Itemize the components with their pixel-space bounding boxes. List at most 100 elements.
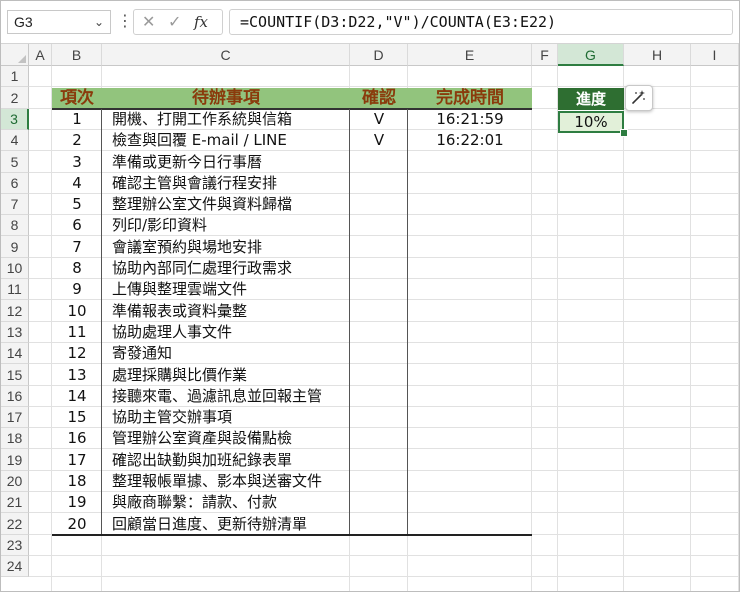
column-header-d[interactable]: D [350,44,408,66]
task-cell[interactable]: 會議室預約與場地安排 [102,236,350,258]
completion-time-cell[interactable] [408,449,532,471]
task-cell[interactable]: 準備或更新今日行事曆 [102,151,350,173]
item-number-cell[interactable]: 8 [52,258,102,279]
completion-time-cell[interactable] [408,343,532,364]
progress-value[interactable]: 10% [558,111,624,133]
item-number-cell[interactable]: 1 [52,109,102,130]
confirm-cell[interactable] [350,151,408,173]
task-cell[interactable]: 寄發通知 [102,343,350,364]
completion-time-cell[interactable] [408,386,532,407]
row-header-20[interactable]: 20 [1,471,29,492]
task-cell[interactable]: 接聽來電、過濾訊息並回報主管 [102,386,350,407]
row-header-1[interactable]: 1 [1,66,29,87]
item-number-cell[interactable]: 4 [52,173,102,194]
confirm-cell[interactable] [350,300,408,322]
row-header-12[interactable]: 12 [1,300,29,322]
completion-time-cell[interactable] [408,322,532,343]
name-box[interactable]: G3 ⌄ [7,10,111,34]
column-header-g[interactable]: G [558,44,624,66]
confirm-cell[interactable] [350,428,408,449]
confirm-cell[interactable] [350,471,408,492]
header-confirm[interactable]: 確認 [350,88,408,110]
item-number-cell[interactable]: 3 [52,151,102,173]
row-header-3[interactable]: 3 [1,109,29,130]
column-header-a[interactable]: A [29,44,52,66]
header-task[interactable]: 待辦事項 [102,88,350,110]
completion-time-cell[interactable] [408,215,532,236]
completion-time-cell[interactable] [408,173,532,194]
fill-handle[interactable] [620,129,628,137]
item-number-cell[interactable]: 17 [52,449,102,471]
confirm-cell[interactable] [350,364,408,386]
completion-time-cell[interactable] [408,513,532,535]
confirm-cell[interactable]: V [350,109,408,130]
confirm-cell[interactable]: V [350,130,408,151]
confirm-cell[interactable] [350,492,408,513]
task-cell[interactable]: 處理採購與比價作業 [102,364,350,386]
task-cell[interactable]: 確認出缺勤與加班紀錄表單 [102,449,350,471]
column-header-c[interactable]: C [102,44,350,66]
completion-time-cell[interactable] [408,279,532,300]
item-number-cell[interactable]: 18 [52,471,102,492]
completion-time-cell[interactable] [408,364,532,386]
sparkle-wand-icon[interactable] [625,85,653,111]
completion-time-cell[interactable] [408,407,532,428]
row-header-8[interactable]: 8 [1,215,29,236]
confirm-cell[interactable] [350,279,408,300]
column-header-b[interactable]: B [52,44,102,66]
task-cell[interactable]: 協助處理人事文件 [102,322,350,343]
task-cell[interactable]: 整理報帳單據、影本與送審文件 [102,471,350,492]
completion-time-cell[interactable] [408,258,532,279]
insert-function-icon[interactable]: fx [194,10,208,34]
row-header-18[interactable]: 18 [1,428,29,449]
item-number-cell[interactable]: 15 [52,407,102,428]
row-header-24[interactable]: 24 [1,556,29,577]
row-header-9[interactable]: 9 [1,236,29,258]
task-cell[interactable]: 上傳與整理雲端文件 [102,279,350,300]
row-header-6[interactable]: 6 [1,173,29,194]
item-number-cell[interactable]: 19 [52,492,102,513]
item-number-cell[interactable]: 16 [52,428,102,449]
row-header-11[interactable]: 11 [1,279,29,300]
completion-time-cell[interactable]: 16:22:01 [408,130,532,151]
row-header-19[interactable]: 19 [1,449,29,471]
task-cell[interactable]: 回顧當日進度、更新待辦清單 [102,513,350,535]
column-header-e[interactable]: E [408,44,532,66]
confirm-cell[interactable] [350,194,408,215]
row-header-17[interactable]: 17 [1,407,29,428]
item-number-cell[interactable]: 5 [52,194,102,215]
confirm-cell[interactable] [350,236,408,258]
task-cell[interactable]: 列印/影印資料 [102,215,350,236]
completion-time-cell[interactable]: 16:21:59 [408,109,532,130]
completion-time-cell[interactable] [408,151,532,173]
item-number-cell[interactable]: 14 [52,386,102,407]
row-header-10[interactable]: 10 [1,258,29,279]
completion-time-cell[interactable] [408,471,532,492]
confirm-cell[interactable] [350,215,408,236]
confirm-cell[interactable] [350,322,408,343]
confirm-cell[interactable] [350,386,408,407]
item-number-cell[interactable]: 11 [52,322,102,343]
row-header-15[interactable]: 15 [1,364,29,386]
confirm-cell[interactable] [350,173,408,194]
select-all-corner[interactable] [1,44,29,66]
task-cell[interactable]: 整理辦公室文件與資料歸檔 [102,194,350,215]
task-cell[interactable]: 管理辦公室資產與設備點檢 [102,428,350,449]
task-cell[interactable]: 與廠商聯繫：請款、付款 [102,492,350,513]
row-header-14[interactable]: 14 [1,343,29,364]
formula-input[interactable]: =COUNTIF(D3:D22,"V")/COUNTA(E3:E22) [229,9,733,35]
confirm-cell[interactable] [350,258,408,279]
header-completion-time[interactable]: 完成時間 [408,88,532,110]
task-cell[interactable]: 準備報表或資料彙整 [102,300,350,322]
confirm-cell[interactable] [350,343,408,364]
row-header-4[interactable]: 4 [1,130,29,151]
row-header-22[interactable]: 22 [1,513,29,535]
column-header-h[interactable]: H [624,44,691,66]
more-options-icon[interactable]: ⋮ [117,10,133,34]
chevron-down-icon[interactable]: ⌄ [94,11,104,33]
item-number-cell[interactable]: 9 [52,279,102,300]
completion-time-cell[interactable] [408,428,532,449]
completion-time-cell[interactable] [408,300,532,322]
item-number-cell[interactable]: 20 [52,513,102,535]
item-number-cell[interactable]: 12 [52,343,102,364]
